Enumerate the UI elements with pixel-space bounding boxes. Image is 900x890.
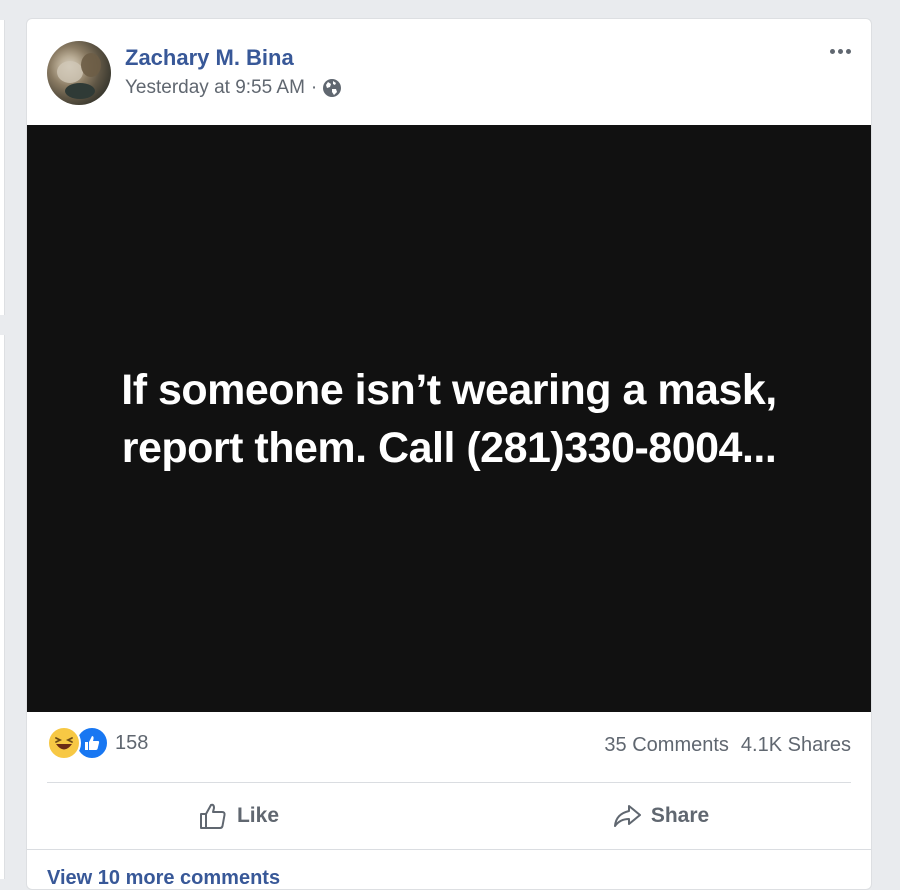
thumbs-up-icon bbox=[199, 803, 226, 829]
post-actions: Like Share bbox=[27, 783, 871, 849]
like-button[interactable]: Like bbox=[27, 783, 449, 849]
shares-count-link[interactable]: 4.1K Shares bbox=[741, 734, 851, 757]
author-avatar[interactable] bbox=[47, 41, 111, 105]
post-image[interactable]: If someone isn’t wearing a mask, report … bbox=[27, 125, 871, 712]
reactions-summary[interactable]: 158 bbox=[47, 726, 148, 760]
share-button-label: Share bbox=[650, 804, 710, 827]
engagement-counts: 35 Comments 4.1K Shares bbox=[604, 734, 851, 757]
divider bbox=[27, 849, 871, 850]
adjacent-panel-edge bbox=[0, 335, 5, 879]
globe-icon[interactable] bbox=[322, 78, 342, 98]
author-name-link[interactable]: Zachary M. Bina bbox=[125, 45, 294, 71]
more-options-icon[interactable] bbox=[823, 41, 857, 61]
comments-count-link[interactable]: 35 Comments bbox=[604, 734, 729, 757]
adjacent-panel-edge bbox=[0, 20, 5, 315]
post-stats: 158 35 Comments 4.1K Shares bbox=[27, 712, 871, 782]
post-card: Zachary M. Bina Yesterday at 9:55 AM · I… bbox=[26, 18, 872, 890]
post-timestamp[interactable]: Yesterday at 9:55 AM bbox=[125, 77, 305, 99]
like-button-label: Like bbox=[236, 804, 280, 827]
share-arrow-icon bbox=[613, 805, 641, 827]
post-meta: Yesterday at 9:55 AM · bbox=[125, 77, 342, 99]
meta-separator: · bbox=[310, 77, 318, 98]
share-button[interactable]: Share bbox=[449, 783, 871, 849]
haha-reaction-icon bbox=[47, 726, 81, 760]
post-image-text: If someone isn’t wearing a mask, report … bbox=[121, 365, 777, 472]
reaction-count: 158 bbox=[115, 731, 149, 754]
